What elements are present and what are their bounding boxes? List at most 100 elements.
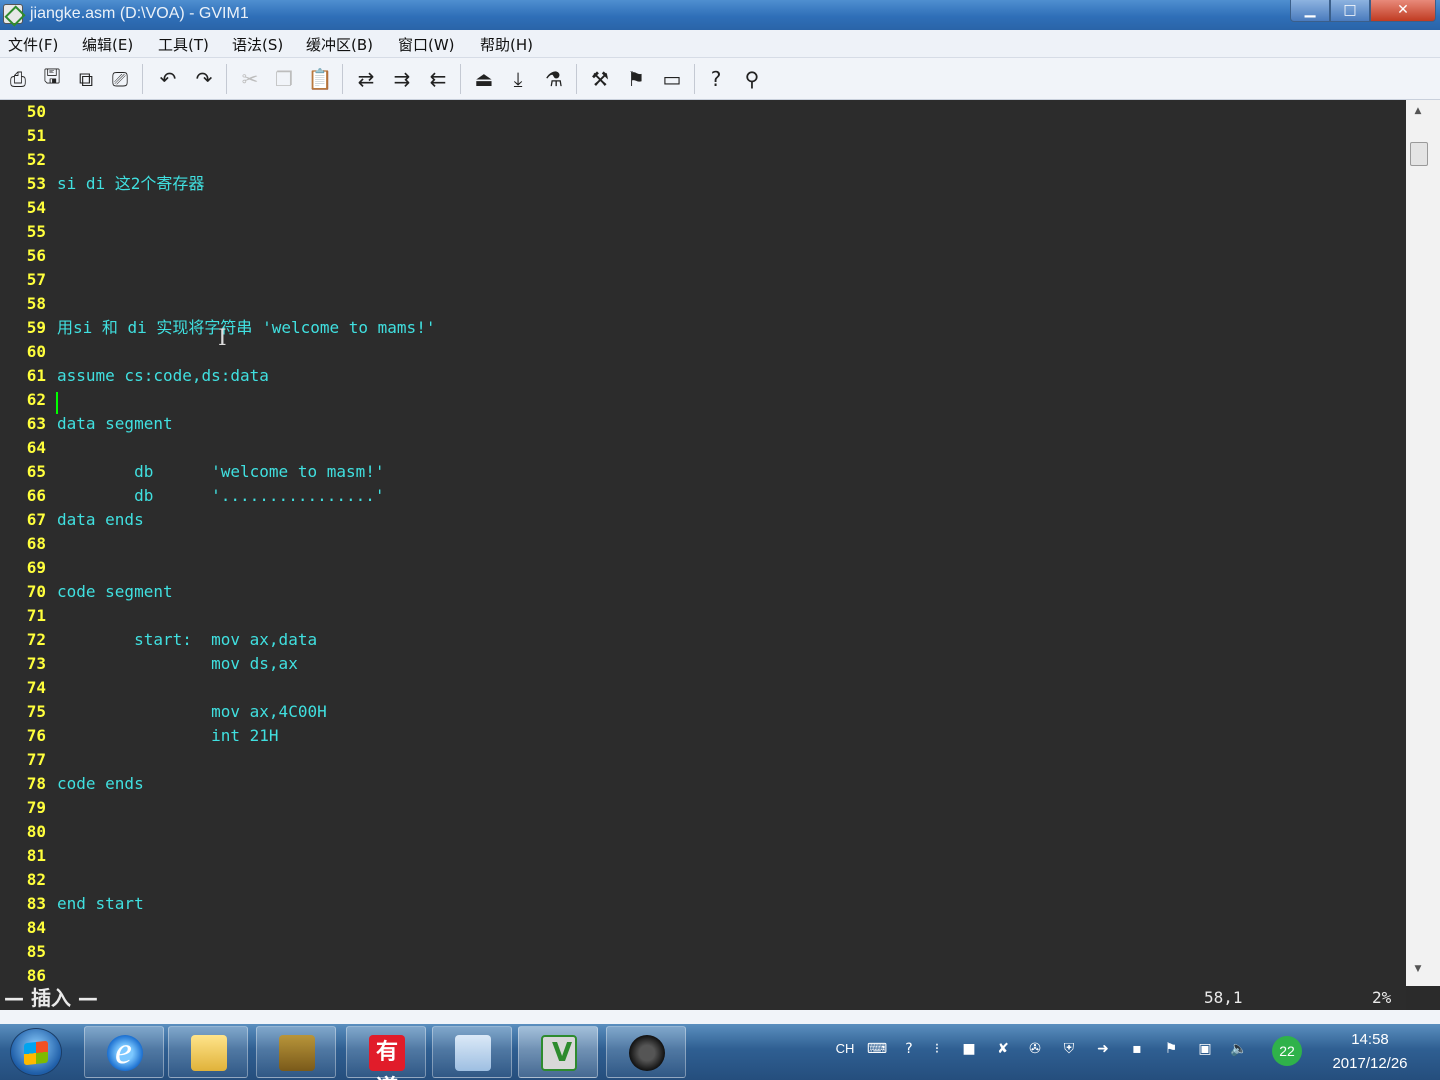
taskbar-notepad[interactable] [432,1026,512,1078]
security-shield-icon[interactable]: ⛨ [1058,1038,1080,1060]
line-number: 72 [26,630,46,649]
help-icon[interactable]: ? [702,65,730,93]
find-help-icon[interactable]: ⚲ [738,65,766,93]
clock[interactable]: 14:58 2017/12/26 [1310,1028,1430,1076]
red-square-icon[interactable]: ▪ [1126,1038,1148,1060]
maximize-button[interactable]: □ [1330,0,1370,22]
toolbar-separator [694,64,695,94]
line-text: assume cs:code,ds:data [57,366,269,385]
notification-badge[interactable]: 22 [1272,1036,1302,1066]
minimize-button[interactable]: ▁ [1290,0,1330,22]
make-icon[interactable]: ⚒ [586,65,614,93]
editor-line: 81 [0,844,1406,868]
start-button[interactable] [10,1028,62,1076]
volume-icon[interactable]: 🔈 [1228,1038,1250,1060]
redo-icon[interactable]: ↷ [190,65,218,93]
find-replace-icon[interactable]: ⇄ [352,65,380,93]
editor-line: 57 [0,268,1406,292]
gvim-app-icon[interactable] [3,4,23,24]
taskbar-ie[interactable] [84,1026,164,1078]
keyboard-icon[interactable]: ⌨ [866,1038,888,1060]
menu-help[interactable]: 帮助(H) [480,34,533,55]
line-number: 52 [26,150,46,169]
line-number: 71 [26,606,46,625]
taskbar-youdao[interactable]: 有道 [346,1026,426,1080]
line-number: 86 [26,966,46,985]
menu-tools[interactable]: 工具(T) [158,34,209,55]
window-bottom-border [0,1010,1440,1024]
line-number: 62 [26,390,46,409]
line-number: 65 [26,462,46,481]
line-number: 70 [26,582,46,601]
taskbar-gvim[interactable] [518,1026,598,1078]
menu-file[interactable]: 文件(F) [8,34,58,55]
find-prev-icon[interactable]: ⇇ [424,65,452,93]
menu-edit[interactable]: 编辑(E) [82,34,133,55]
toolbar-separator [576,64,577,94]
input-language[interactable]: CH [834,1038,856,1060]
tray-options-icon[interactable]: ⁝ [926,1038,948,1060]
copy-icon[interactable]: ❐ [270,65,298,93]
clock-date: 2017/12/26 [1332,1055,1408,1072]
editor-line: 75 mov ax,4C00H [0,700,1406,724]
help-tray-icon[interactable]: ? [898,1038,920,1060]
run-script-icon[interactable]: ⚗ [540,65,568,93]
paste-icon[interactable]: 📋 [306,65,334,93]
taskbar-obs[interactable] [606,1026,686,1078]
save-icon[interactable]: 🖫 [38,64,66,93]
editor-line: 68 [0,532,1406,556]
editor-line: 55 [0,220,1406,244]
print-icon[interactable]: ⎚ [106,65,134,93]
green-app-icon[interactable]: ■ [958,1038,980,1060]
status-line: — 插入 — 58,1 2% [0,986,1406,1010]
menu-window[interactable]: 窗口(W) [398,34,455,55]
network-app-icon[interactable]: ✇ [1024,1038,1046,1060]
save-all-icon[interactable]: ⧉ [72,65,100,93]
editor-line: 70 code segment [0,580,1406,604]
taskbar-book-app[interactable] [256,1026,336,1078]
close-button[interactable]: ✕ [1370,0,1436,22]
save-session-icon[interactable]: ⤓ [504,65,532,93]
flag-icon[interactable]: ⚑ [1160,1038,1182,1060]
line-text: code ends [57,774,144,793]
mode-indicator: — 插入 — [4,986,98,1010]
green-arrow-icon[interactable]: ➜ [1092,1038,1114,1060]
editor-line: 71 [0,604,1406,628]
menu-bar: 文件(F) 编辑(E) 工具(T) 语法(S) 缓冲区(B) 窗口(W) 帮助(… [0,30,1440,58]
youdao-icon: 有道 [369,1035,405,1080]
shell-icon[interactable]: ⚑ [622,65,650,93]
editor-line: 86 [0,964,1406,986]
scroll-down-arrow-icon[interactable]: ▼ [1410,964,1426,978]
scrollbar-thumb[interactable] [1410,142,1428,166]
vertical-scrollbar[interactable] [1406,100,1440,986]
open-icon[interactable]: ⎙ [4,65,32,93]
taskbar-explorer[interactable] [168,1026,248,1078]
gvim-icon [541,1035,577,1071]
line-number: 76 [26,726,46,745]
line-number: 66 [26,486,46,505]
menu-buffers[interactable]: 缓冲区(B) [306,34,373,55]
line-text: si di 这2个寄存器 [57,174,205,193]
cut-icon[interactable]: ✂ [236,65,264,93]
red-app-icon[interactable]: ✘ [992,1038,1014,1060]
line-number: 64 [26,438,46,457]
tag-jump-icon[interactable]: ▭ [658,65,686,93]
toolbar-separator [142,64,143,94]
line-number: 56 [26,246,46,265]
editor-area[interactable]: 50 51 52 53 si di 这2个寄存器 54 55 56 57 58 5… [0,100,1406,986]
editor-line: 66 db '................' [0,484,1406,508]
scroll-percent: 2% [1372,988,1392,1007]
clock-time: 14:58 [1351,1031,1389,1048]
scroll-up-arrow-icon[interactable]: ▲ [1410,106,1426,120]
menu-syntax[interactable]: 语法(S) [232,34,283,55]
line-number: 81 [26,846,46,865]
load-session-icon[interactable]: ⏏ [470,65,498,93]
line-number: 53 [26,174,46,193]
undo-icon[interactable]: ↶ [154,65,182,93]
network-icon[interactable]: ▣ [1194,1038,1216,1060]
line-number: 74 [26,678,46,697]
editor-line: 63 data segment [0,412,1406,436]
editor-line: 61 assume cs:code,ds:data [0,364,1406,388]
toolbar: ⎙ 🖫 ⧉ ⎚ ↶ ↷ ✂ ❐ 📋 ⇄ ⇉ ⇇ ⏏ ⤓ ⚗ ⚒ ⚑ ▭ ? ⚲ [0,58,1440,100]
find-next-icon[interactable]: ⇉ [388,65,416,93]
